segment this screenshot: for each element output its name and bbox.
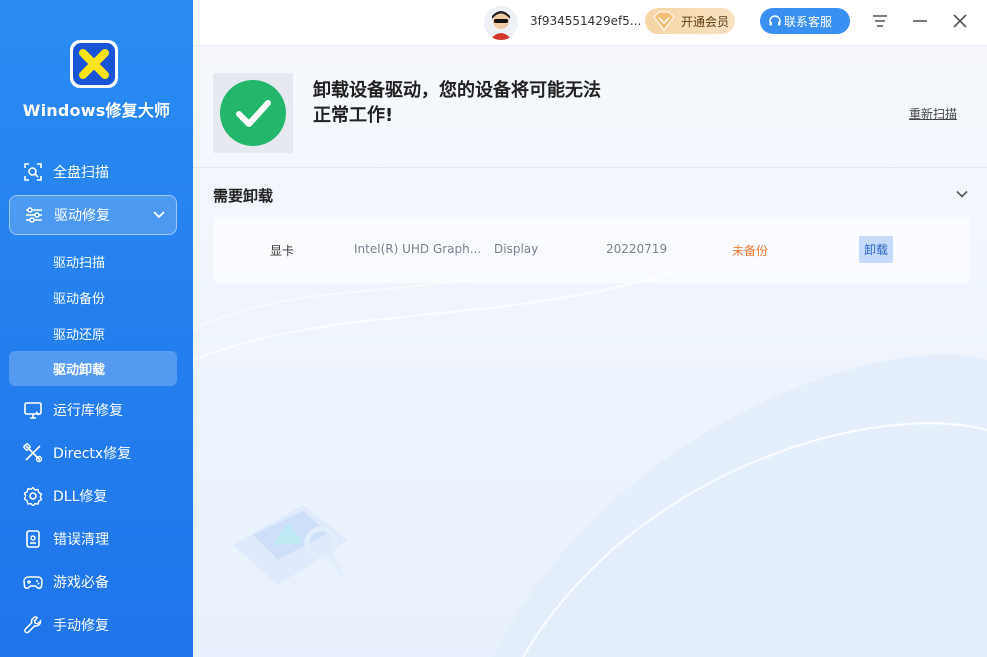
vip-button[interactable]: 开通会员 — [645, 8, 735, 34]
driver-date: 20220719 — [606, 242, 668, 256]
rescan-link[interactable]: 重新扫描 — [909, 105, 957, 122]
sidebar-item-driver-repair[interactable]: 驱动修复 — [9, 195, 177, 235]
menu-icon[interactable] — [869, 10, 891, 32]
main-panel: 3f934551429ef5... 开通会员 联系客服 卸载设备驱动，您的设备将… — [193, 0, 987, 657]
chevron-down-icon — [152, 208, 166, 226]
close-icon[interactable] — [949, 10, 971, 32]
sidebar-item-label: 错误清理 — [53, 532, 109, 548]
sidebar-item-label: 全盘扫描 — [53, 165, 109, 181]
sidebar-item-label: 驱动修复 — [54, 208, 110, 224]
app-logo — [70, 40, 118, 88]
minimize-icon[interactable] — [909, 10, 931, 32]
sidebar-item-label: DLL修复 — [53, 489, 108, 505]
contact-support-button[interactable]: 联系客服 — [760, 8, 850, 34]
driver-class: Display — [494, 242, 539, 256]
divider — [193, 167, 987, 168]
top-bar: 3f934551429ef5... 开通会员 联系客服 — [193, 0, 987, 46]
sidebar-item-full-scan[interactable]: 全盘扫描 — [9, 152, 177, 192]
sidebar-item-label: 运行库修复 — [53, 403, 123, 419]
sidebar-item-dll-repair[interactable]: DLL修复 — [9, 476, 177, 516]
sidebar-subitem-driver-restore[interactable]: 驱动还原 — [9, 316, 177, 351]
wrench-icon — [23, 615, 43, 635]
gear-icon — [23, 486, 43, 506]
diamond-icon — [651, 11, 677, 34]
avatar[interactable] — [484, 6, 518, 40]
driver-name: Intel(R) UHD Graph... — [354, 242, 482, 256]
app-title: Windows修复大师 — [22, 101, 171, 120]
gamepad-icon — [23, 572, 43, 592]
sidebar-subitem-driver-uninstall[interactable]: 驱动卸载 — [9, 351, 177, 386]
sliders-icon — [24, 205, 44, 225]
sidebar-item-label: 游戏必备 — [53, 575, 109, 591]
sidebar-item-manual-repair[interactable]: 手动修复 — [9, 605, 177, 645]
sidebar-item-error-cleanup[interactable]: 错误清理 — [9, 519, 177, 559]
logo-x-icon — [79, 49, 109, 79]
sidebar-subitem-driver-backup[interactable]: 驱动备份 — [9, 280, 177, 315]
result-message-line1: 卸载设备驱动，您的设备将可能无法 — [313, 80, 601, 101]
success-check-icon — [213, 73, 293, 153]
scan-illustration-icon — [233, 505, 348, 585]
sidebar-item-runtime-repair[interactable]: 运行库修复 — [9, 390, 177, 430]
sidebar-item-label: 手动修复 — [53, 618, 109, 634]
sidebar-item-label: Directx修复 — [53, 446, 132, 462]
table-row: 显卡 Intel(R) UHD Graph... Display 2022071… — [213, 217, 970, 283]
support-label: 联系客服 — [784, 14, 833, 29]
headset-icon — [768, 14, 782, 31]
username: 3f934551429ef5... — [530, 14, 642, 28]
sidebar: Windows修复大师 全盘扫描 驱动修复 驱动扫描 驱动备份 驱动还原 驱动卸… — [0, 0, 193, 657]
sidebar-subitem-driver-scan[interactable]: 驱动扫描 — [9, 244, 177, 279]
sidebar-item-game-essentials[interactable]: 游戏必备 — [9, 562, 177, 602]
sidebar-item-directx-repair[interactable]: Directx修复 — [9, 433, 177, 473]
monitor-icon — [23, 400, 43, 420]
tools-icon — [23, 443, 43, 463]
driver-type: 显卡 — [270, 244, 295, 258]
scan-icon — [23, 162, 43, 182]
section-title: 需要卸载 — [213, 187, 274, 205]
vip-label: 开通会员 — [681, 14, 730, 29]
result-message: 卸载设备驱动，您的设备将可能无法 正常工作! — [313, 78, 623, 128]
chevron-down-icon[interactable] — [955, 186, 969, 205]
uninstall-button[interactable]: 卸载 — [859, 236, 893, 263]
backup-status: 未备份 — [732, 244, 769, 258]
result-message-line2: 正常工作! — [313, 105, 394, 126]
clipboard-icon — [23, 529, 43, 549]
